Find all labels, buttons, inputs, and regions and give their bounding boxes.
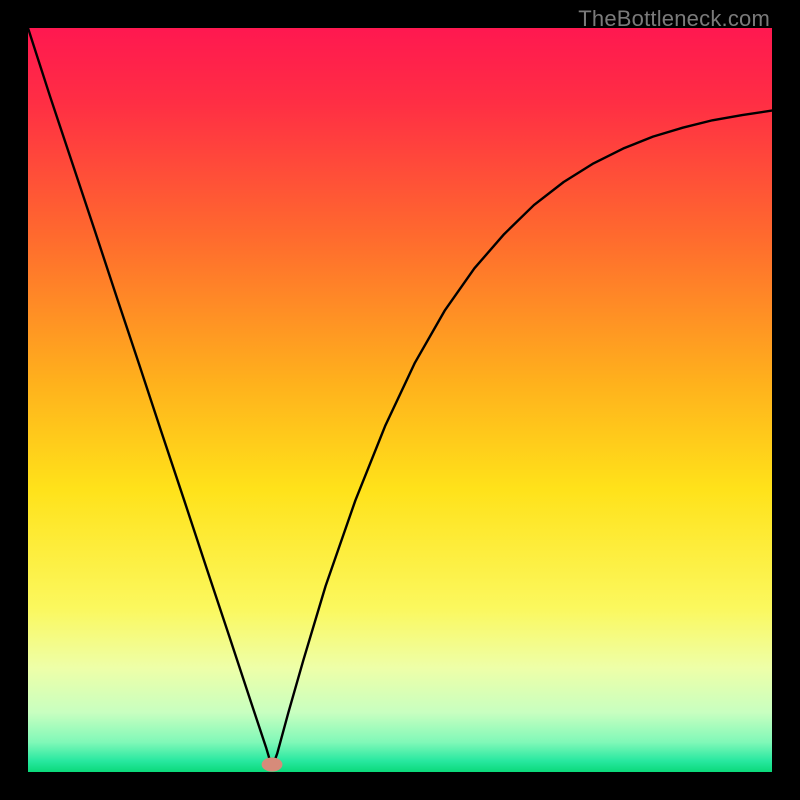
gradient-background xyxy=(28,28,772,772)
optimum-marker xyxy=(262,757,283,771)
chart-frame xyxy=(28,28,772,772)
chart-plot xyxy=(28,28,772,772)
